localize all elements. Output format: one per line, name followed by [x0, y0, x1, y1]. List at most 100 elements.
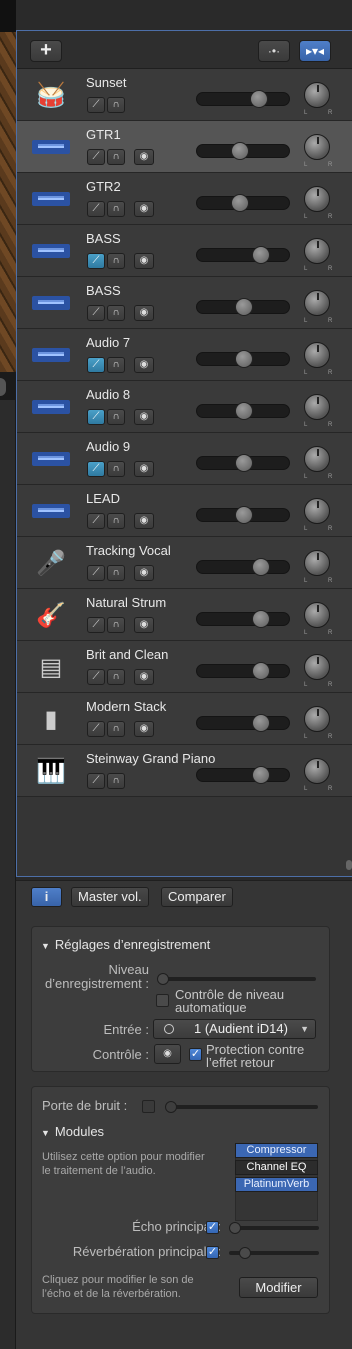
- headphones-button[interactable]: ∩: [107, 253, 125, 269]
- mute-button[interactable]: ⟋: [87, 357, 105, 373]
- track-icon[interactable]: 🎸: [31, 599, 71, 631]
- headphones-button[interactable]: ∩: [107, 721, 125, 737]
- filter-button[interactable]: ▸▾◂: [299, 40, 331, 62]
- feedback-protection-checkbox[interactable]: ✓: [189, 1048, 202, 1061]
- module-compressor[interactable]: Compressor: [235, 1143, 318, 1158]
- track-icon[interactable]: [31, 131, 71, 163]
- volume-slider[interactable]: [196, 402, 290, 420]
- track-row[interactable]: GTR2 ⟋ ∩ ◉ L R: [17, 173, 352, 225]
- recording-level-thumb[interactable]: [157, 973, 169, 985]
- track-row[interactable]: BASS ⟋ ∩ ◉ L R: [17, 277, 352, 329]
- track-name[interactable]: Natural Strum: [86, 595, 166, 610]
- track-icon[interactable]: 🎤: [31, 547, 71, 579]
- echo-slider[interactable]: [229, 1222, 319, 1234]
- track-name[interactable]: BASS: [86, 231, 121, 246]
- volume-thumb[interactable]: [231, 142, 249, 160]
- track-row[interactable]: ▤ Brit and Clean ⟋ ∩ ◉ L R: [17, 641, 352, 693]
- volume-slider[interactable]: [196, 766, 290, 784]
- add-track-button[interactable]: +: [30, 40, 62, 62]
- noise-gate-thumb[interactable]: [165, 1101, 177, 1113]
- headphones-button[interactable]: ∩: [107, 305, 125, 321]
- auto-level-checkbox[interactable]: [156, 994, 169, 1007]
- headphones-button[interactable]: ∩: [107, 201, 125, 217]
- track-icon[interactable]: [31, 443, 71, 475]
- track-row[interactable]: ▮ Modern Stack ⟋ ∩ ◉ L R: [17, 693, 352, 745]
- recording-settings-header[interactable]: ▼ Réglages d’enregistrement: [41, 937, 210, 952]
- headphones-button[interactable]: ∩: [107, 461, 125, 477]
- pan-knob[interactable]: [304, 186, 330, 212]
- volume-thumb[interactable]: [235, 506, 253, 524]
- modules-header[interactable]: ▼ Modules: [41, 1124, 104, 1139]
- track-row[interactable]: 🎹 Steinway Grand Piano ⟋ ∩ L R: [17, 745, 352, 797]
- track-row[interactable]: 🎤 Tracking Vocal ⟋ ∩ ◉ L R: [17, 537, 352, 589]
- track-row[interactable]: Audio 7 ⟋ ∩ ◉ L R: [17, 329, 352, 381]
- track-name[interactable]: BASS: [86, 283, 121, 298]
- track-icon[interactable]: [31, 391, 71, 423]
- track-icon[interactable]: [31, 495, 71, 527]
- echo-thumb[interactable]: [229, 1222, 241, 1234]
- volume-slider[interactable]: [196, 506, 290, 524]
- volume-slider[interactable]: [196, 194, 290, 212]
- pan-knob[interactable]: [304, 550, 330, 576]
- track-name[interactable]: LEAD: [86, 491, 120, 506]
- monitor-button[interactable]: ◉: [134, 305, 154, 321]
- mute-button[interactable]: ⟋: [87, 617, 105, 633]
- volume-slider[interactable]: [196, 246, 290, 264]
- mute-button[interactable]: ⟋: [87, 253, 105, 269]
- track-name[interactable]: GTR2: [86, 179, 121, 194]
- monitor-button[interactable]: ◉: [154, 1044, 181, 1064]
- track-name[interactable]: Tracking Vocal: [86, 543, 171, 558]
- volume-thumb[interactable]: [250, 90, 268, 108]
- track-name[interactable]: Modern Stack: [86, 699, 166, 714]
- mute-button[interactable]: ⟋: [87, 669, 105, 685]
- track-name[interactable]: Audio 7: [86, 335, 130, 350]
- monitor-button[interactable]: ◉: [134, 461, 154, 477]
- headphones-button[interactable]: ∩: [107, 565, 125, 581]
- monitor-button[interactable]: ◉: [134, 409, 154, 425]
- track-icon[interactable]: [31, 287, 71, 319]
- pan-knob[interactable]: [304, 134, 330, 160]
- module-platinumverb[interactable]: PlatinumVerb: [235, 1177, 318, 1192]
- echo-checkbox[interactable]: ✓: [206, 1221, 219, 1234]
- info-button[interactable]: i: [31, 887, 62, 907]
- mute-button[interactable]: ⟋: [87, 721, 105, 737]
- track-icon[interactable]: [31, 235, 71, 267]
- compare-button[interactable]: Comparer: [161, 887, 233, 907]
- headphones-button[interactable]: ∩: [107, 513, 125, 529]
- volume-slider[interactable]: [196, 350, 290, 368]
- automation-button[interactable]: ·•·: [258, 40, 290, 62]
- pan-knob[interactable]: [304, 498, 330, 524]
- volume-slider[interactable]: [196, 610, 290, 628]
- track-name[interactable]: Brit and Clean: [86, 647, 168, 662]
- monitor-button[interactable]: ◉: [134, 253, 154, 269]
- mute-button[interactable]: ⟋: [87, 201, 105, 217]
- track-name[interactable]: GTR1: [86, 127, 121, 142]
- recording-level-slider[interactable]: [157, 973, 316, 985]
- reverb-thumb[interactable]: [239, 1247, 251, 1259]
- volume-slider[interactable]: [196, 558, 290, 576]
- monitor-button[interactable]: ◉: [134, 357, 154, 373]
- pan-knob[interactable]: [304, 602, 330, 628]
- track-row[interactable]: 🥁 Sunset ⟋ ∩ L R: [17, 69, 352, 121]
- volume-thumb[interactable]: [252, 766, 270, 784]
- headphones-button[interactable]: ∩: [107, 149, 125, 165]
- volume-slider[interactable]: [196, 714, 290, 732]
- pan-knob[interactable]: [304, 706, 330, 732]
- mute-button[interactable]: ⟋: [87, 149, 105, 165]
- mute-button[interactable]: ⟋: [87, 461, 105, 477]
- track-row[interactable]: GTR1 ⟋ ∩ ◉ L R: [17, 121, 352, 173]
- monitor-button[interactable]: ◉: [134, 201, 154, 217]
- track-name[interactable]: Steinway Grand Piano: [86, 751, 215, 766]
- volume-thumb[interactable]: [231, 194, 249, 212]
- track-name[interactable]: Sunset: [86, 75, 126, 90]
- headphones-button[interactable]: ∩: [107, 617, 125, 633]
- headphones-button[interactable]: ∩: [107, 409, 125, 425]
- pan-knob[interactable]: [304, 654, 330, 680]
- track-row[interactable]: Audio 9 ⟋ ∩ ◉ L R: [17, 433, 352, 485]
- track-row[interactable]: BASS ⟋ ∩ ◉ L R: [17, 225, 352, 277]
- pan-knob[interactable]: [304, 342, 330, 368]
- noise-gate-checkbox[interactable]: [142, 1100, 155, 1113]
- mute-button[interactable]: ⟋: [87, 565, 105, 581]
- module-channel-eq[interactable]: Channel EQ: [235, 1160, 318, 1175]
- monitor-button[interactable]: ◉: [134, 617, 154, 633]
